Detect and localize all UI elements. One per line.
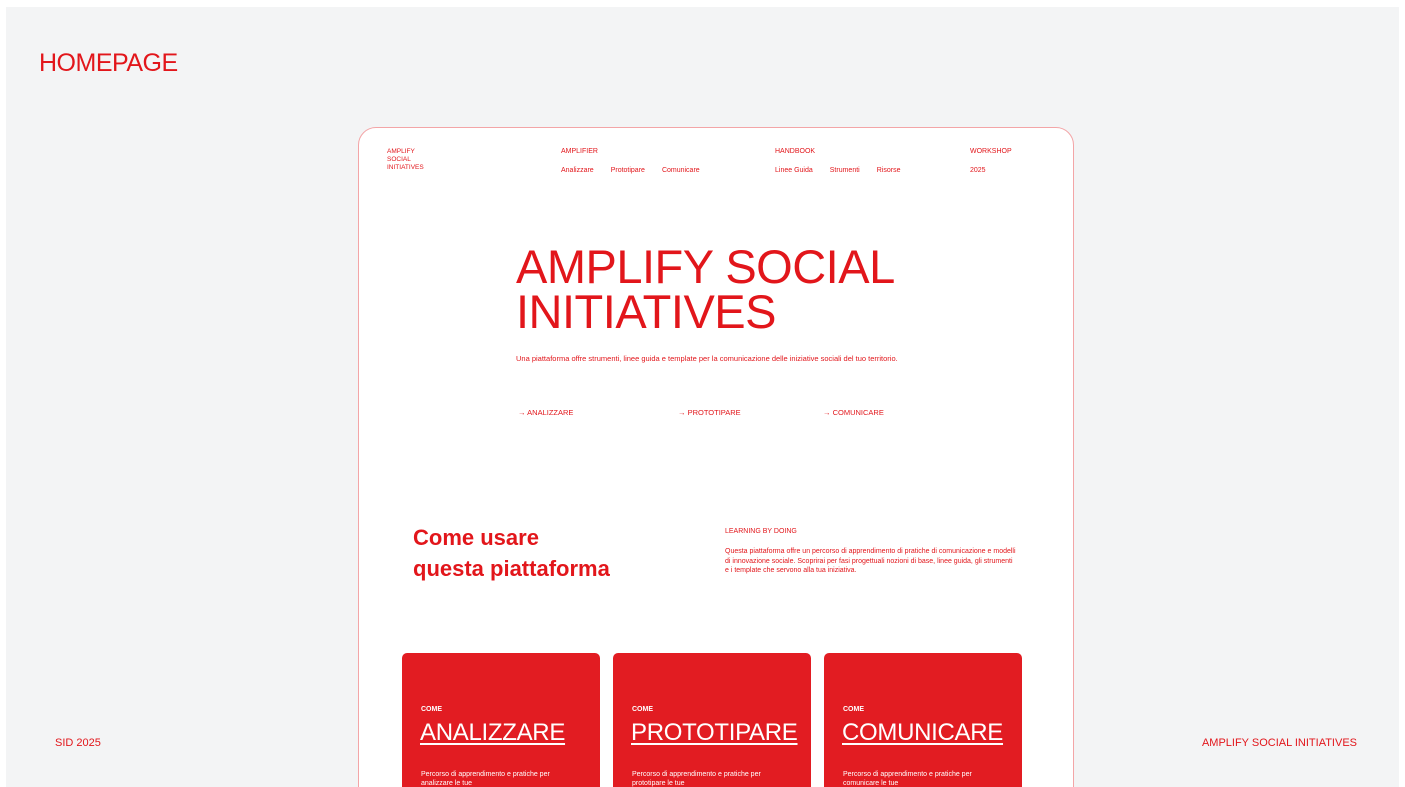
nav-group-workshop: WORKSHOP 2025 xyxy=(970,148,1012,174)
hero-title-line: INITIATIVES xyxy=(516,285,776,338)
logo-line: AMPLIFY xyxy=(387,148,415,155)
nav-link-linee-guida[interactable]: Linee Guida xyxy=(775,167,813,174)
how-to-label: LEARNING BY DOING xyxy=(725,528,797,535)
how-to-title: Come usare questa piattaforma xyxy=(413,522,610,584)
card-desc: Percorso di apprendimento e pratiche per… xyxy=(843,771,972,787)
how-to-text: Questa piattaforma offre un percorso di … xyxy=(725,548,1016,574)
nav-link-prototipare[interactable]: Prototipare xyxy=(611,167,645,174)
nav-link-risorse[interactable]: Risorse xyxy=(877,167,901,174)
nav-group-amplifier: AMPLIFIER Analizzare Prototipare Comunic… xyxy=(561,148,700,174)
card-prototipare[interactable]: COME PROTOTIPARE Percorso di apprendimen… xyxy=(613,653,811,787)
card-analizzare[interactable]: COME ANALIZZARE Percorso di apprendiment… xyxy=(402,653,600,787)
logo-line: SOCIAL xyxy=(387,156,411,163)
how-to-title-line: questa piattaforma xyxy=(413,556,610,581)
homepage-mockup: AMPLIFY SOCIAL INITIATIVES AMPLIFIER Ana… xyxy=(358,127,1074,787)
nav-title-handbook[interactable]: HANDBOOK xyxy=(775,148,900,155)
slide-title: HOMEPAGE xyxy=(39,49,178,77)
footer-right: AMPLIFY SOCIAL INITIATIVES xyxy=(1201,737,1357,749)
hero-link-comunicare[interactable]: → COMUNICARE xyxy=(823,408,884,417)
hero-link-prototipare[interactable]: → PROTOTIPARE xyxy=(678,408,741,417)
card-pre: COME xyxy=(632,706,653,713)
nav-link-strumenti[interactable]: Strumenti xyxy=(830,167,860,174)
hero-description: Una piattaforma offre strumenti, linee g… xyxy=(516,354,898,363)
nav-group-handbook: HANDBOOK Linee Guida Strumenti Risorse xyxy=(775,148,900,174)
card-comunicare[interactable]: COME COMUNICARE Percorso di apprendiment… xyxy=(824,653,1022,787)
card-pre: COME xyxy=(421,706,442,713)
hero-title-line: AMPLIFY SOCIAL xyxy=(516,240,895,293)
nav-title-amplifier[interactable]: AMPLIFIER xyxy=(561,148,700,155)
top-nav: AMPLIFY SOCIAL INITIATIVES AMPLIFIER Ana… xyxy=(359,148,1073,188)
card-title[interactable]: COMUNICARE xyxy=(842,719,1003,747)
footer-left: SID 2025 xyxy=(55,737,101,749)
card-desc: Percorso di apprendimento e pratiche per… xyxy=(421,771,550,787)
nav-link-year[interactable]: 2025 xyxy=(970,167,986,174)
nav-title-workshop[interactable]: WORKSHOP xyxy=(970,148,1012,155)
site-logo[interactable]: AMPLIFY SOCIAL INITIATIVES xyxy=(387,148,424,172)
logo-line: INITIATIVES xyxy=(387,164,424,171)
card-title[interactable]: PROTOTIPARE xyxy=(631,719,798,747)
how-to-box: LEARNING BY DOING Questa piattaforma off… xyxy=(709,520,1039,576)
card-pre: COME xyxy=(843,706,864,713)
card-desc: Percorso di apprendimento e pratiche per… xyxy=(632,771,761,787)
hero-link-analizzare[interactable]: → ANALIZZARE xyxy=(518,408,573,417)
how-to-title-line: Come usare xyxy=(413,525,539,550)
hero-title: AMPLIFY SOCIAL INITIATIVES xyxy=(516,240,895,338)
card-title[interactable]: ANALIZZARE xyxy=(420,719,565,747)
nav-link-comunicare[interactable]: Comunicare xyxy=(662,167,700,174)
nav-link-analizzare[interactable]: Analizzare xyxy=(561,167,594,174)
slide-canvas: HOMEPAGE AMPLIFY SOCIAL INITIATIVES AMPL… xyxy=(6,7,1399,787)
